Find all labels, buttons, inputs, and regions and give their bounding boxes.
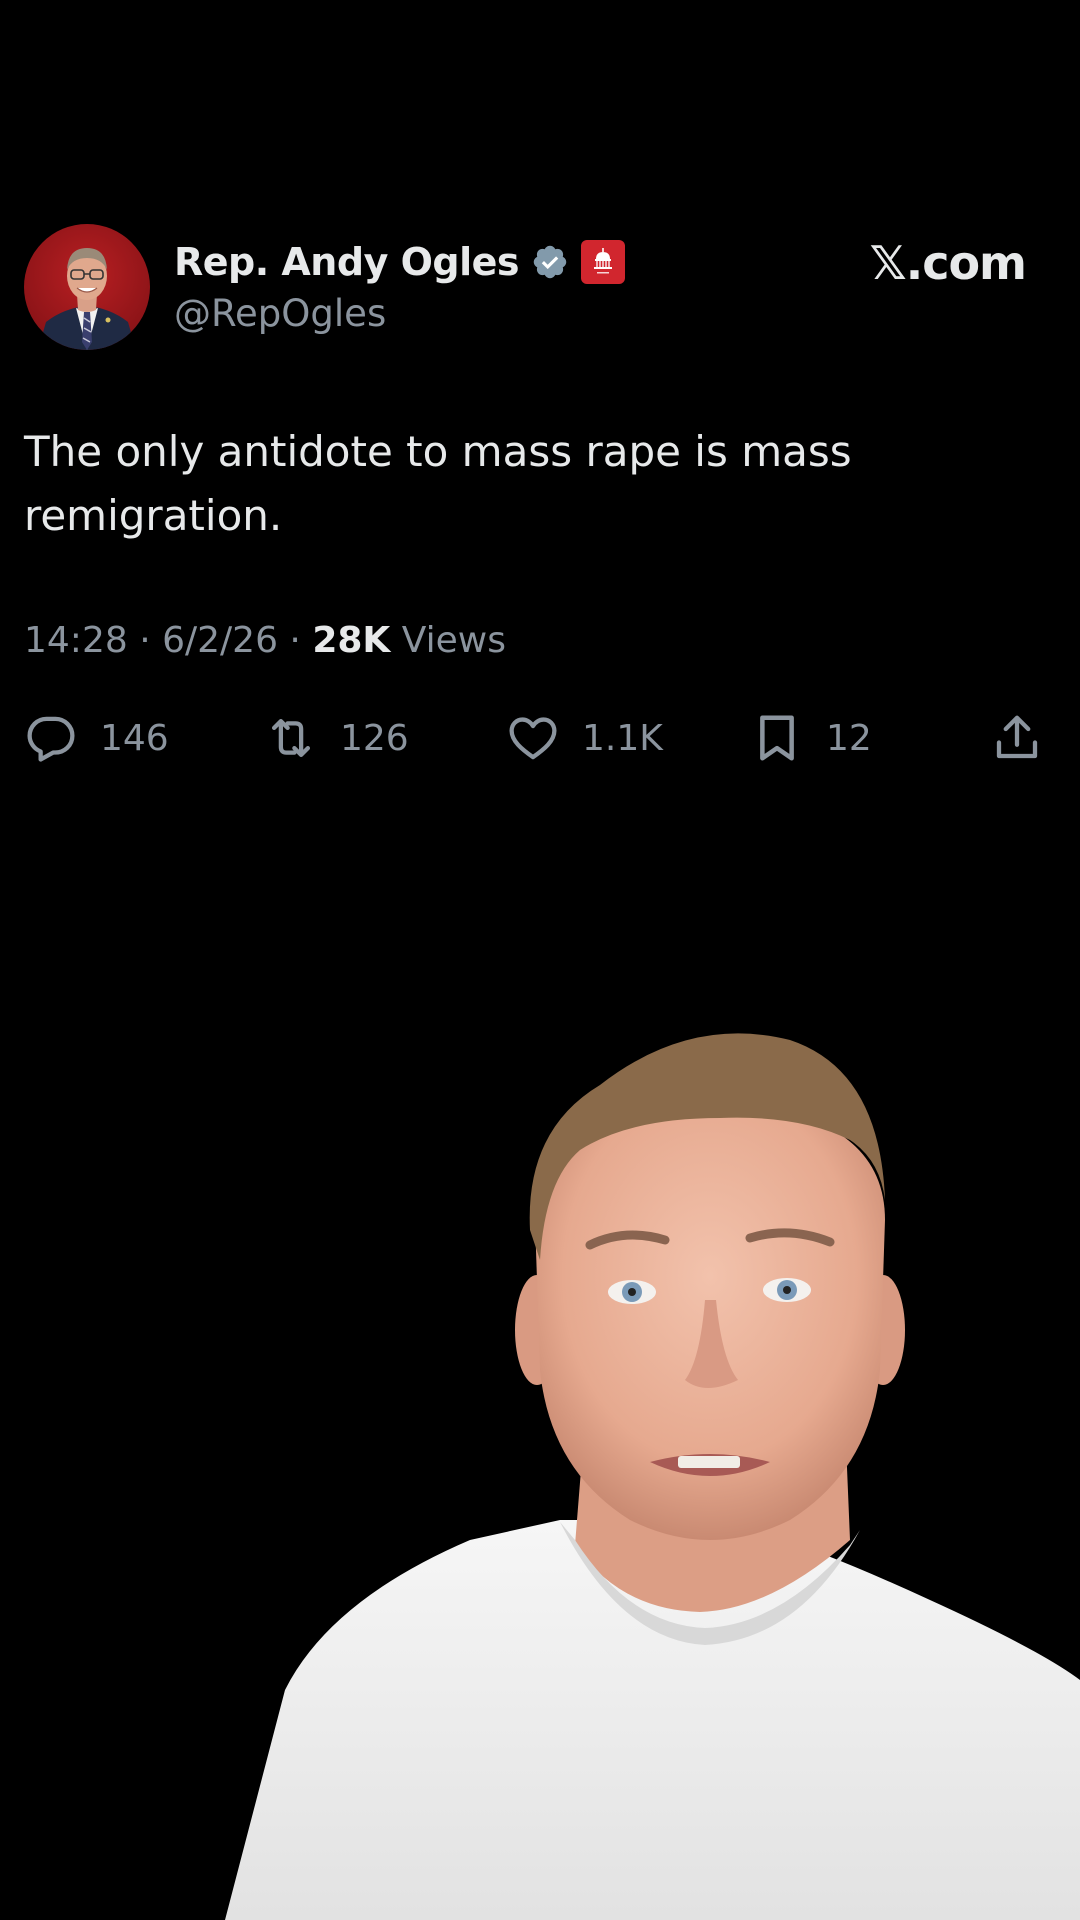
views-label: Views: [401, 620, 506, 661]
tweet-date: 6/2/26: [162, 620, 278, 661]
bookmark-button[interactable]: 12: [750, 708, 872, 768]
share-button[interactable]: [990, 708, 1044, 768]
like-count: 1.1K: [582, 717, 663, 759]
avatar[interactable]: [24, 224, 150, 350]
tweet-time: 14:28: [24, 620, 128, 661]
government-badge-icon: [580, 240, 625, 284]
repost-button[interactable]: 126: [264, 708, 409, 768]
reply-button[interactable]: 146: [24, 708, 169, 768]
site-label: 𝕏.com: [869, 236, 1027, 290]
verified-icon: [533, 245, 567, 279]
avatar-portrait: [38, 248, 136, 350]
tweet-actions: 146 126 1.1K 12: [24, 708, 1052, 768]
tweet-text: The only antidote to mass rape is mass r…: [24, 427, 852, 540]
author-display-name[interactable]: Rep. Andy Ogles: [174, 240, 519, 284]
like-button[interactable]: 1.1K: [506, 708, 663, 768]
bookmark-icon: [760, 715, 794, 761]
author-name-row: Rep. Andy Ogles: [174, 234, 625, 290]
tweet-card: Rep. Andy Ogles @RepOgles 𝕏.com The only…: [0, 0, 1080, 800]
bookmark-count: 12: [826, 717, 872, 759]
reply-count: 146: [100, 717, 169, 759]
tweet-meta: 14:28 · 6/2/26 · 28K Views: [24, 620, 506, 661]
meta-separator: ·: [277, 620, 313, 661]
heart-icon: [509, 717, 557, 760]
speaker-video-frame: [225, 1033, 1080, 1920]
author-handle[interactable]: @RepOgles: [174, 292, 386, 335]
share-icon: [996, 715, 1038, 759]
meta-separator: ·: [127, 620, 163, 661]
views-count: 28K: [312, 620, 391, 661]
repost-icon: [271, 718, 311, 758]
reply-icon: [27, 716, 75, 762]
video-overlay: [0, 1000, 1080, 1920]
repost-count: 126: [340, 717, 409, 759]
